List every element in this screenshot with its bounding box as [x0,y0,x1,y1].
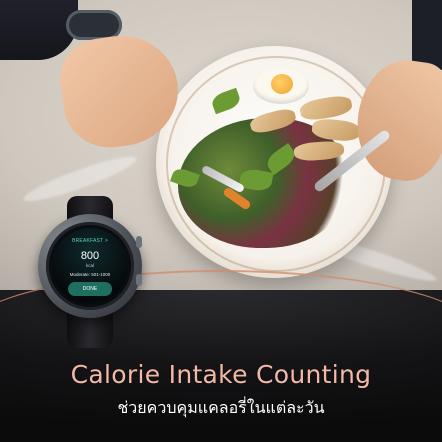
subline: ช่วยควบคุมแคลอรี่ในแต่ละวัน [117,398,325,417]
watch-screen: BREAKFAST > 800 kcal Moderate: 501-1000 … [52,228,128,304]
watch-meal-title[interactable]: BREAKFAST > [52,238,128,244]
right-sleeve [412,0,442,70]
watch-crown-top [136,236,142,248]
ad-stage: BREAKFAST > 800 kcal Moderate: 501-1000 … [0,0,442,442]
watch-crown-bottom [136,274,142,286]
headline: Calorie Intake Counting [70,360,372,389]
watch-done-button[interactable]: DONE [68,282,112,296]
egg-yolk [271,74,293,94]
watch-calorie-range: Moderate: 501-1000 [69,272,111,277]
watch-calorie-unit: kcal [85,263,94,268]
smartwatch: BREAKFAST > 800 kcal Moderate: 501-1000 … [34,196,146,348]
watch-calorie-value: 800 [80,250,100,262]
